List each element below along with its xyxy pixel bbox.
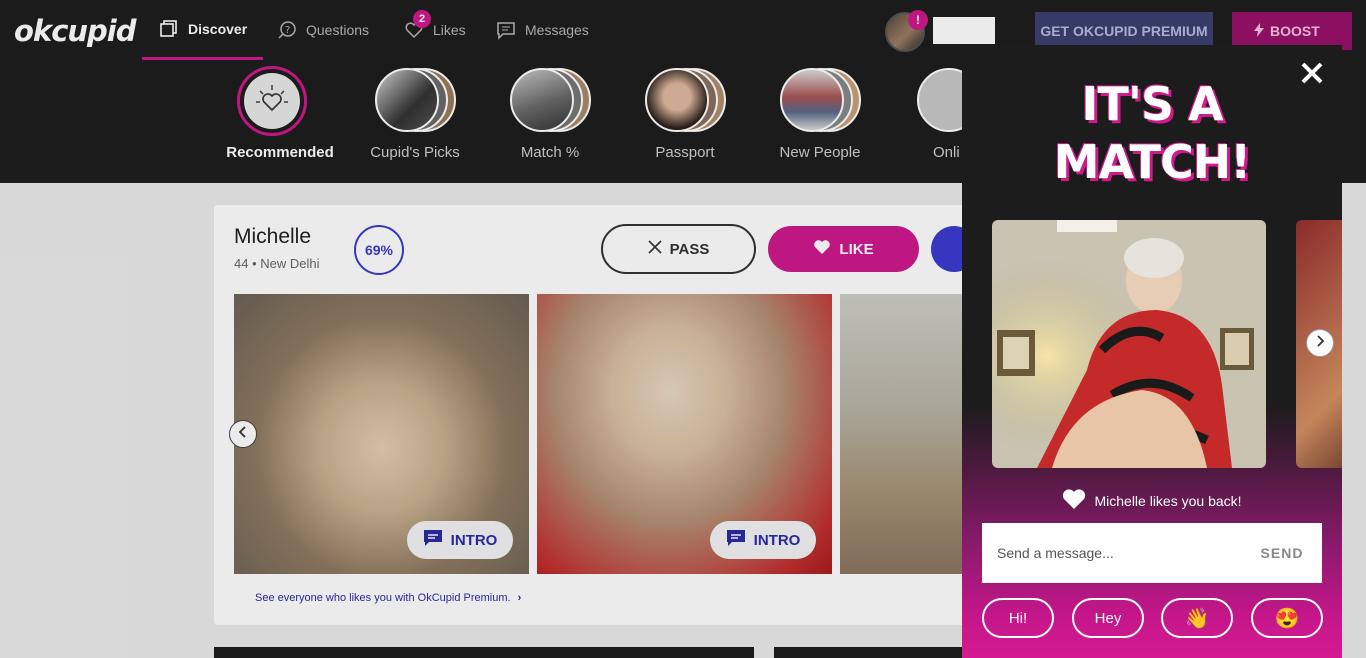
nav-questions-label: Questions bbox=[306, 22, 370, 38]
boost-label: BOOST bbox=[1270, 23, 1320, 39]
intro-button[interactable]: INTRO bbox=[710, 521, 816, 559]
nav-messages[interactable]: Messages bbox=[495, 0, 589, 60]
chevron-left-icon bbox=[238, 425, 248, 443]
quick-reply-heart-eyes[interactable]: 😍 bbox=[1251, 598, 1323, 638]
likes-heart-icon: 2 bbox=[403, 10, 431, 41]
previous-photo-button[interactable] bbox=[229, 420, 257, 448]
thumb-photo bbox=[510, 68, 574, 132]
nav-discover[interactable]: Discover bbox=[142, 0, 264, 60]
likes-you-back-message: Michelle likes you back! bbox=[962, 488, 1342, 513]
chat-icon bbox=[726, 529, 746, 551]
profile-photo-3[interactable] bbox=[840, 294, 974, 574]
next-card-left bbox=[214, 647, 754, 658]
match-photo[interactable] bbox=[992, 220, 1266, 468]
chevron-right-icon bbox=[1315, 334, 1325, 352]
message-input[interactable] bbox=[982, 523, 1242, 583]
category-new-people[interactable]: New People bbox=[750, 66, 890, 161]
profile-photo-2[interactable]: INTRO bbox=[537, 294, 832, 574]
match-modal: IT'S A MATCH! Michelle likes you back! S… bbox=[962, 45, 1342, 658]
match-percent-badge[interactable]: 69% bbox=[354, 225, 404, 275]
nav-questions[interactable]: ? Questions bbox=[276, 0, 369, 60]
title-line-2: MATCH! bbox=[1053, 135, 1251, 189]
profile-alert-badge: ! bbox=[908, 10, 928, 30]
profile-name-box[interactable] bbox=[933, 17, 995, 44]
quick-reply-wave[interactable]: 👋 bbox=[1161, 598, 1233, 638]
category-recommended[interactable]: Recommended bbox=[210, 66, 350, 161]
category-passport[interactable]: Passport bbox=[615, 66, 755, 161]
okcupid-logo[interactable]: okcupid bbox=[14, 14, 137, 48]
category-label: Match % bbox=[520, 144, 580, 161]
recommended-circle bbox=[235, 66, 325, 136]
see-link-text: See everyone who likes you with OkCupid … bbox=[255, 592, 511, 604]
bolt-icon bbox=[1254, 22, 1264, 40]
see-likes-premium-link[interactable]: See everyone who likes you with OkCupid … bbox=[255, 592, 521, 604]
thumb-photo bbox=[375, 68, 439, 132]
category-label: Recommended bbox=[226, 144, 334, 161]
nav-messages-label: Messages bbox=[525, 22, 589, 38]
pass-button[interactable]: PASS bbox=[601, 224, 756, 274]
nav-likes-label: Likes bbox=[433, 22, 466, 38]
messages-icon bbox=[495, 19, 517, 41]
likes-badge: 2 bbox=[413, 10, 431, 28]
chevron-right-icon: › bbox=[517, 592, 522, 604]
discover-icon bbox=[158, 18, 180, 40]
x-icon bbox=[648, 240, 662, 258]
its-a-match-title: IT'S A MATCH! bbox=[962, 75, 1342, 191]
chat-icon bbox=[423, 529, 443, 551]
category-label: Passport bbox=[655, 144, 715, 161]
questions-icon: ? bbox=[276, 19, 298, 41]
message-composer: SEND bbox=[982, 523, 1322, 583]
category-cupids-picks[interactable]: Cupid's Picks bbox=[345, 66, 485, 161]
intro-label: INTRO bbox=[450, 531, 498, 549]
title-line-1: IT'S A bbox=[1081, 77, 1223, 131]
quick-reply-hi[interactable]: Hi! bbox=[982, 598, 1054, 638]
category-match-percent[interactable]: Match % bbox=[480, 66, 620, 161]
category-label: Onli bbox=[933, 144, 960, 161]
pass-label: PASS bbox=[669, 240, 710, 258]
svg-text:?: ? bbox=[285, 25, 290, 36]
likes-back-text: Michelle likes you back! bbox=[1094, 492, 1242, 509]
intro-button[interactable]: INTRO bbox=[407, 521, 513, 559]
heart-icon bbox=[1062, 488, 1086, 513]
profile-photo-1[interactable]: INTRO bbox=[234, 294, 529, 574]
quick-reply-hey[interactable]: Hey bbox=[1072, 598, 1144, 638]
nav-likes[interactable]: 2 Likes bbox=[403, 0, 466, 60]
profile-card: Michelle 44 • New Delhi 69% PASS LIKE IN… bbox=[214, 205, 977, 625]
profile-name[interactable]: Michelle bbox=[234, 225, 311, 249]
category-online[interactable]: Onli bbox=[885, 66, 962, 161]
category-label: Cupid's Picks bbox=[370, 144, 460, 161]
heart-icon bbox=[813, 239, 831, 259]
thumb-photo bbox=[645, 68, 709, 132]
like-button[interactable]: LIKE bbox=[768, 226, 919, 272]
thumb-photo bbox=[780, 68, 844, 132]
sun-heart-icon bbox=[244, 73, 300, 129]
next-photo-button[interactable] bbox=[1306, 329, 1334, 357]
next-card-right bbox=[774, 647, 962, 658]
send-button[interactable]: SEND bbox=[1242, 523, 1322, 583]
intro-label: INTRO bbox=[753, 531, 801, 549]
profile-meta: 44 • New Delhi bbox=[234, 256, 320, 271]
nav-discover-label: Discover bbox=[188, 20, 248, 37]
like-label: LIKE bbox=[839, 240, 874, 258]
category-label: New People bbox=[779, 144, 861, 161]
